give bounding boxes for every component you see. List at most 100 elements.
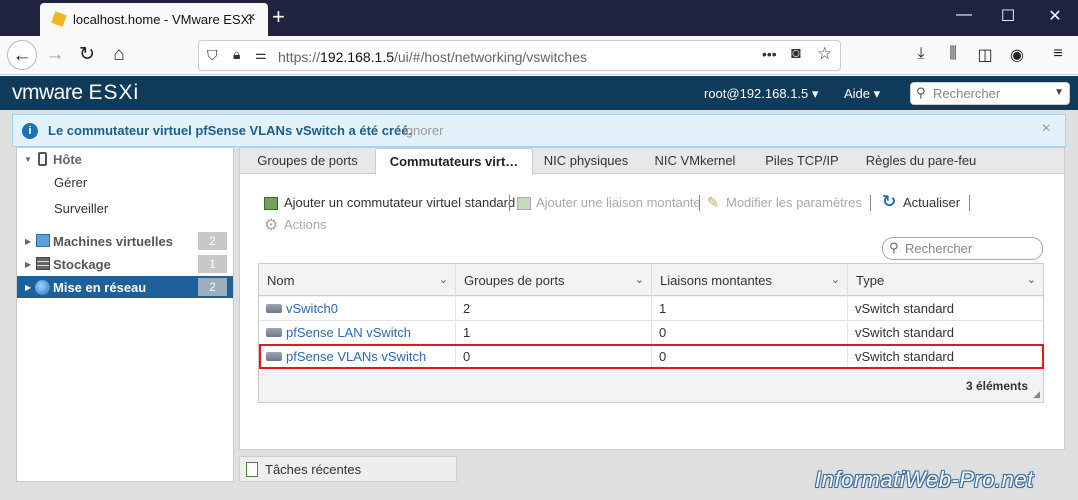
toolbar-divider xyxy=(509,195,510,211)
vmware-esxi-logo: vmware ESXi xyxy=(12,81,139,105)
notification-message: Le commutateur virtuel pfSense VLANs vSw… xyxy=(48,123,413,138)
column-uplinks-label: Liaisons montantes xyxy=(660,273,773,288)
account-icon[interactable]: ◉ xyxy=(1005,45,1029,65)
recent-tasks-panel[interactable]: Tâches récentes xyxy=(239,456,457,482)
back-arrow-icon[interactable]: ← xyxy=(7,40,37,70)
expand-triangle-icon[interactable]: ▶ xyxy=(25,260,31,269)
ignore-link[interactable]: - ignorer xyxy=(395,123,443,138)
url-bar[interactable]: ⛉ 🔒︎ ⚌ https://192.168.1.5/ui/#/host/net… xyxy=(198,40,841,71)
sidebar-monitor-label: Surveiller xyxy=(54,201,109,216)
shield-icon[interactable]: ⛉ xyxy=(207,47,218,64)
minimize-icon[interactable]: — xyxy=(949,6,979,24)
port-groups-cell: 1 xyxy=(456,321,652,345)
sidebar-icon[interactable]: ◫ xyxy=(973,45,997,65)
url-host: 192.168.1.5 xyxy=(320,49,394,65)
navigator-sidebar: ▼ Hôte Gérer Surveiller ▶ Machines virtu… xyxy=(16,147,234,482)
resize-handle-icon[interactable]: ◢ xyxy=(1033,389,1040,400)
vswitch-icon xyxy=(266,328,282,338)
table-row[interactable]: pfSense LAN vSwitch 1 0 vSwitch standard xyxy=(259,321,1043,345)
network-count-badge: 2 xyxy=(198,278,227,296)
tab-firewall-rules[interactable]: Règles du pare-feu xyxy=(860,148,982,174)
header-search-input[interactable]: ⚲ Rechercher ▼ xyxy=(910,82,1070,105)
tab-virtual-switches[interactable]: Commutateurs virt… xyxy=(375,148,533,175)
storage-count-badge: 1 xyxy=(198,255,227,273)
home-icon[interactable]: ⌂ xyxy=(104,40,134,70)
uplinks-cell: 1 xyxy=(652,297,848,321)
tab-close-icon[interactable]: × xyxy=(247,9,256,26)
tab-port-groups[interactable]: Groupes de ports xyxy=(240,148,375,174)
column-header-type[interactable]: Type ⌄ xyxy=(848,264,1043,296)
edit-settings-button[interactable]: Modifier les paramètres xyxy=(726,195,862,210)
table-row[interactable]: vSwitch0 2 1 vSwitch standard xyxy=(259,297,1043,321)
sidebar-item-host[interactable]: ▼ Hôte xyxy=(17,148,233,170)
chevron-down-icon[interactable]: ⌄ xyxy=(635,273,644,286)
column-type-label: Type xyxy=(856,273,885,288)
close-icon[interactable]: × xyxy=(1042,120,1051,138)
column-header-port-groups[interactable]: Groupes de ports ⌄ xyxy=(456,264,652,296)
bookmark-star-icon[interactable]: ☆ xyxy=(817,44,832,64)
storage-icon xyxy=(36,257,50,270)
chevron-down-icon[interactable]: ⌄ xyxy=(439,273,448,286)
help-menu[interactable]: Aide ▾ xyxy=(844,86,880,102)
sidebar-host-label: Hôte xyxy=(53,152,82,167)
sidebar-storage-label: Stockage xyxy=(53,257,111,272)
info-icon: i xyxy=(22,123,38,139)
gear-icon: ⚙ xyxy=(264,217,279,234)
vswitch-icon xyxy=(266,304,282,314)
chevron-down-icon[interactable]: ▼ xyxy=(1054,87,1064,98)
permissions-icon[interactable]: ⚌ xyxy=(255,47,267,63)
browser-nav-bar: ← → ↻ ⌂ ⛉ 🔒︎ ⚌ https://192.168.1.5/ui/#/… xyxy=(0,36,1078,75)
new-tab-button[interactable]: + xyxy=(272,4,285,30)
user-menu[interactable]: root@192.168.1.5 ▾ xyxy=(704,86,818,102)
type-cell: vSwitch standard xyxy=(855,301,954,316)
add-uplink-button[interactable]: Ajouter une liaison montante xyxy=(536,195,701,210)
vswitch-name[interactable]: vSwitch0 xyxy=(286,301,338,316)
column-port-groups-label: Groupes de ports xyxy=(464,273,565,288)
forward-arrow-icon[interactable]: → xyxy=(40,40,70,70)
watermark: InformatiWeb-Pro.net xyxy=(815,467,1034,492)
library-icon[interactable]: ⫼ xyxy=(941,45,965,63)
pocket-icon[interactable]: ◙ xyxy=(791,45,801,63)
sidebar-item-networking[interactable]: ▶ Mise en réseau 2 xyxy=(17,276,233,298)
sidebar-item-monitor[interactable]: Surveiller xyxy=(17,197,233,219)
chevron-down-icon[interactable]: ⌄ xyxy=(831,273,840,286)
tab-strip: Groupes de ports Commutateurs virt… NIC … xyxy=(240,148,1064,175)
actions-button[interactable]: Actions xyxy=(284,217,327,232)
window-close-icon[interactable]: ✕ xyxy=(1040,6,1070,26)
browser-tab[interactable]: localhost.home - VMware ESXi × xyxy=(40,3,268,36)
expand-triangle-icon[interactable]: ▶ xyxy=(25,237,31,246)
logo-product: ESXi xyxy=(88,81,140,104)
maximize-icon[interactable]: ☐ xyxy=(993,6,1023,26)
downloads-icon[interactable]: ⤓ xyxy=(909,45,933,63)
column-name-label: Nom xyxy=(267,273,295,288)
page-actions-icon[interactable]: ••• xyxy=(762,46,777,62)
chevron-down-icon[interactable]: ⌄ xyxy=(1027,273,1036,286)
column-header-name[interactable]: Nom ⌄ xyxy=(259,264,456,296)
expand-triangle-icon[interactable]: ▶ xyxy=(25,283,31,292)
uplinks-cell: 0 xyxy=(652,321,848,345)
edit-pencil-icon: ✎ xyxy=(707,194,719,210)
grid-search-input[interactable]: ⚲ Rechercher xyxy=(882,237,1043,260)
collapse-triangle-icon[interactable]: ▼ xyxy=(24,155,32,164)
add-vswitch-button[interactable]: Ajouter un commutateur virtuel standard xyxy=(284,195,515,210)
url-text[interactable]: https://192.168.1.5/ui/#/host/networking… xyxy=(278,49,587,65)
lock-warning-icon[interactable]: 🔒︎ xyxy=(233,46,240,63)
vswitch-name[interactable]: pfSense LAN vSwitch xyxy=(286,325,411,340)
grid-search-placeholder: Rechercher xyxy=(905,241,973,256)
tab-title: localhost.home - VMware ESXi xyxy=(73,12,253,27)
tab-vmkernel-nics[interactable]: NIC VMkernel xyxy=(645,148,745,174)
column-header-uplinks[interactable]: Liaisons montantes ⌄ xyxy=(652,264,848,296)
url-path: /ui/#/host/networking/vswitches xyxy=(394,49,587,65)
vm-count-badge: 2 xyxy=(198,232,227,250)
sidebar-item-virtual-machines[interactable]: ▶ Machines virtuelles 2 xyxy=(17,230,233,252)
tab-tcpip-stacks[interactable]: Piles TCP/IP xyxy=(752,148,852,174)
search-icon: ⚲ xyxy=(889,240,899,255)
tab-physical-nics[interactable]: NIC physiques xyxy=(533,148,639,174)
sidebar-item-manage[interactable]: Gérer xyxy=(17,171,233,193)
vswitch-name-cell[interactable]: pfSense LAN vSwitch xyxy=(259,321,456,345)
reload-icon[interactable]: ↻ xyxy=(72,40,102,70)
menu-icon[interactable]: ≡ xyxy=(1046,45,1070,63)
vswitch-name-cell[interactable]: vSwitch0 xyxy=(259,297,456,321)
refresh-button[interactable]: Actualiser xyxy=(903,195,960,210)
sidebar-item-storage[interactable]: ▶ Stockage 1 xyxy=(17,253,233,275)
